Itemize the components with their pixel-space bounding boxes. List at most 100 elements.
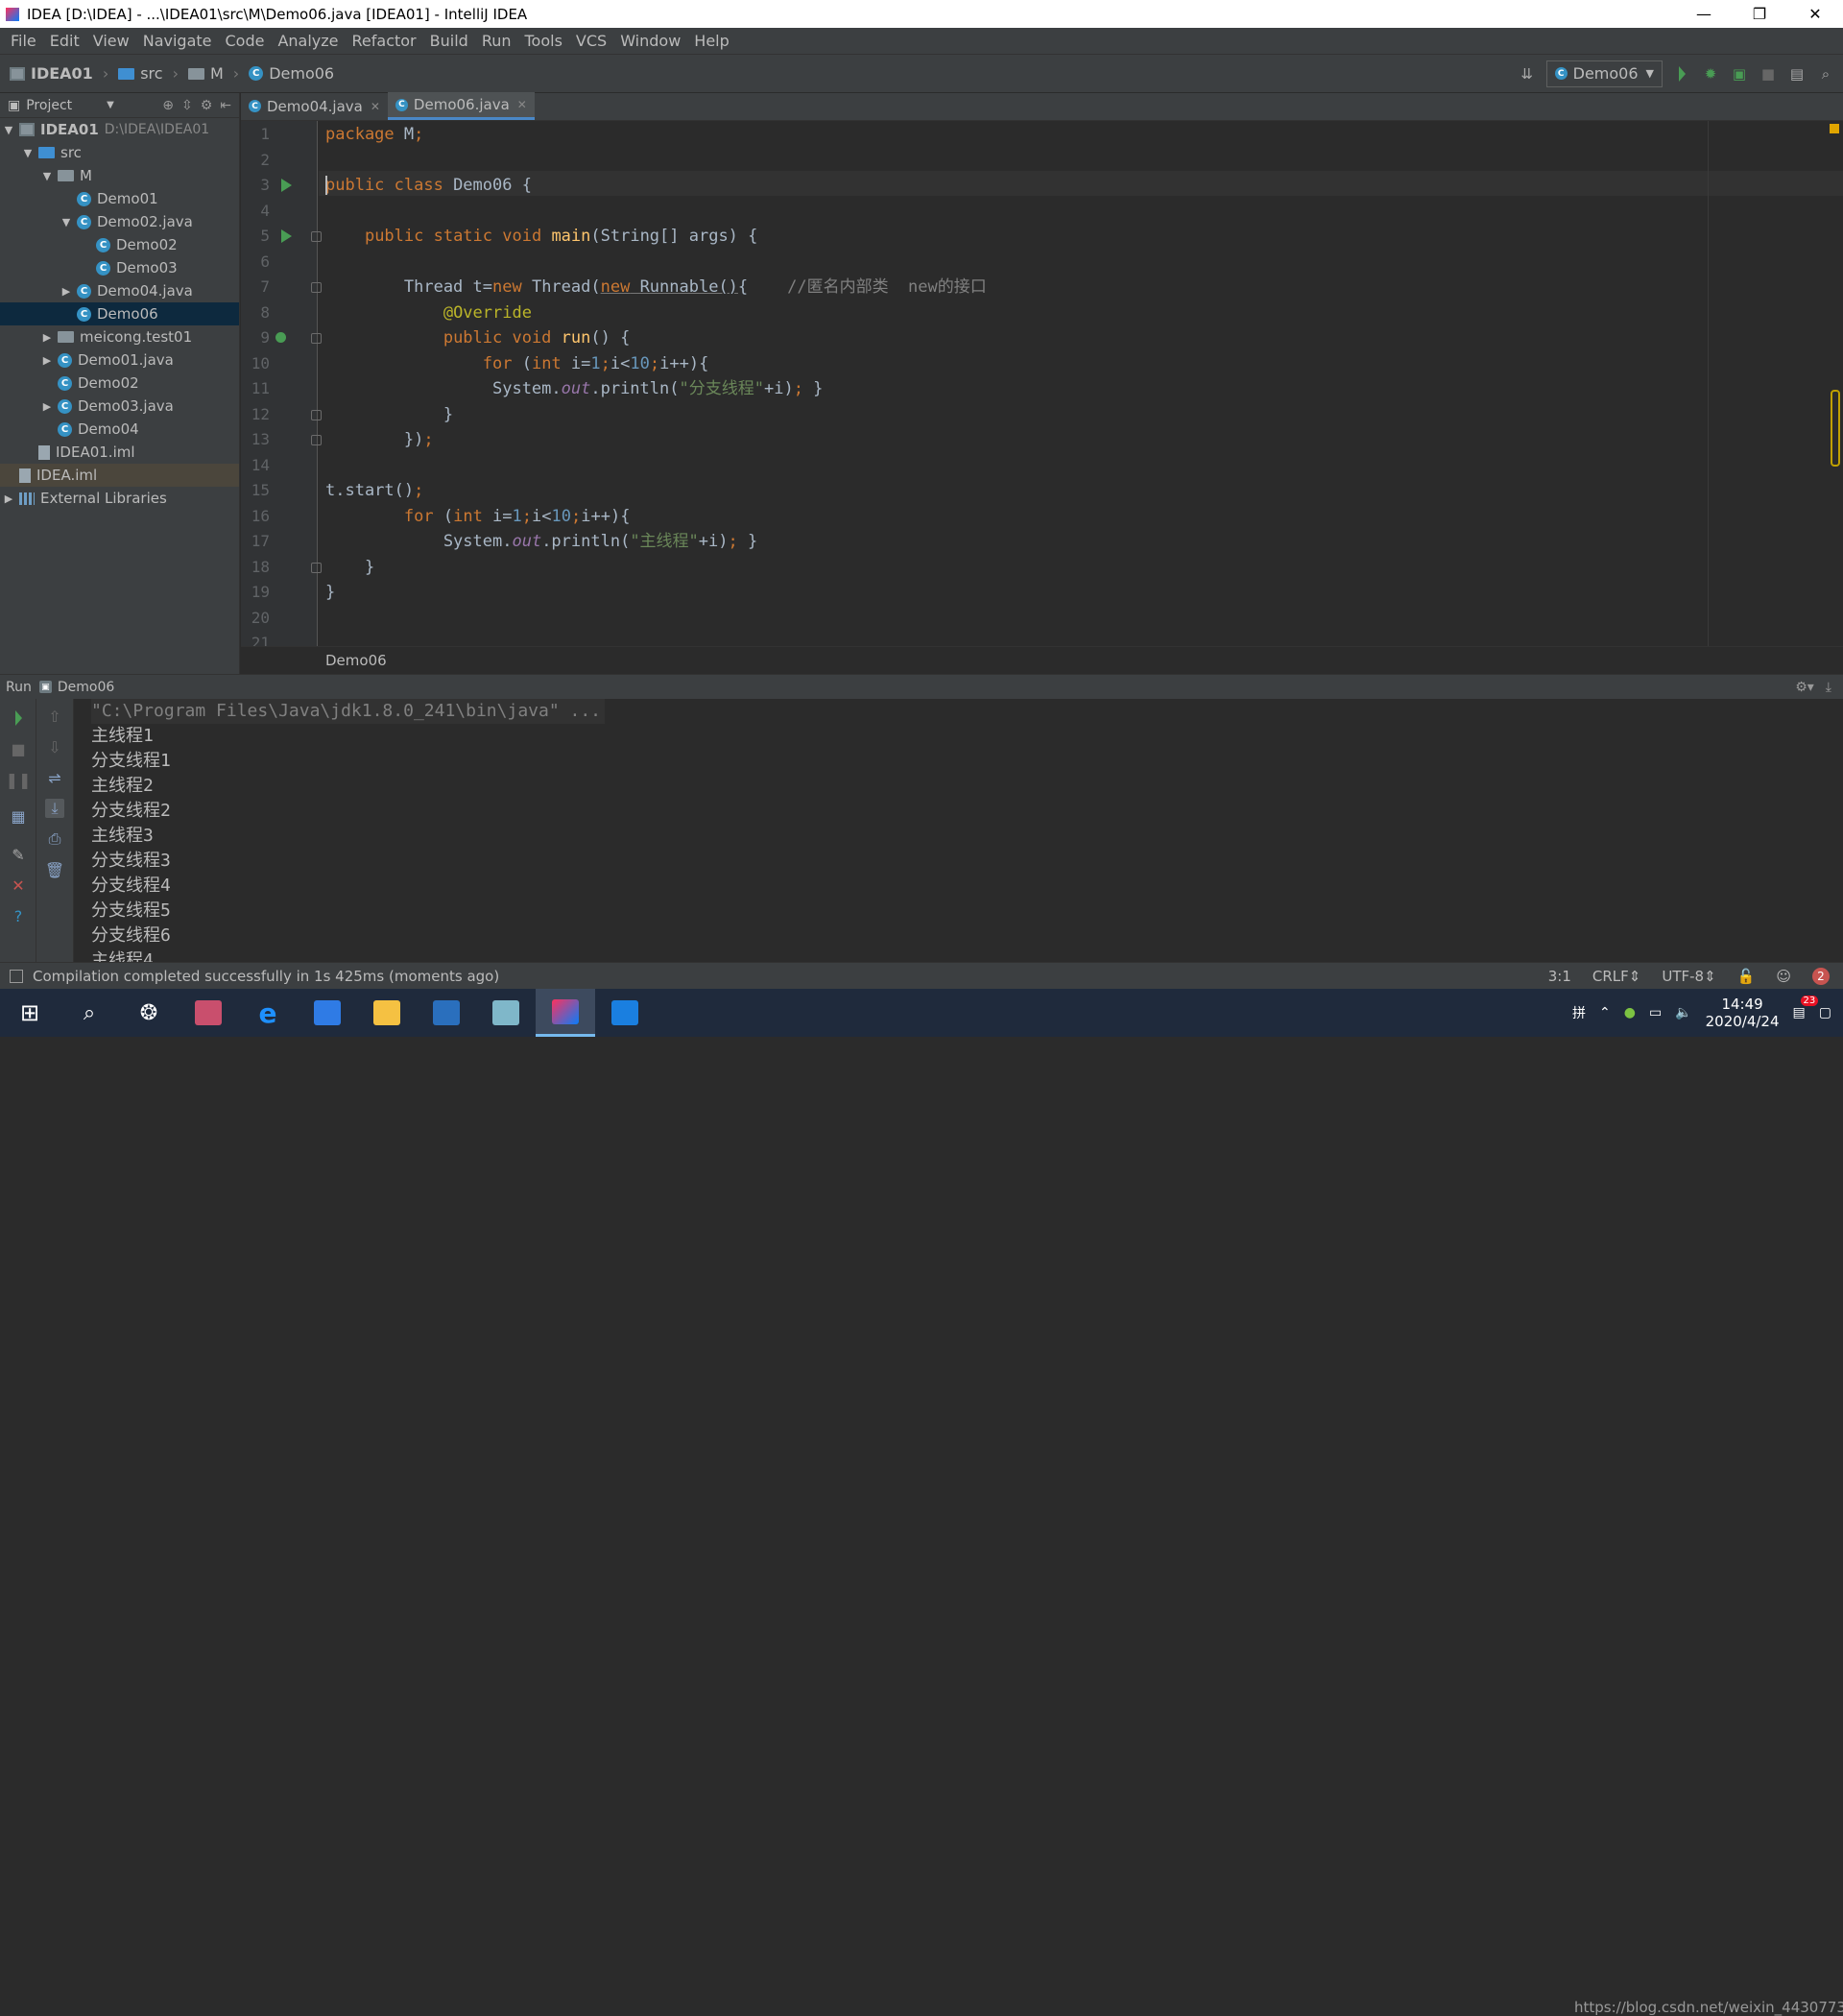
run-button[interactable] bbox=[1672, 64, 1691, 84]
tree-item[interactable]: ▶ External Libraries bbox=[0, 487, 239, 510]
tool-windows-toggle-icon[interactable] bbox=[10, 969, 23, 983]
close-tab-icon[interactable]: ✕ bbox=[517, 98, 527, 111]
tree-item[interactable]: ▶ meicong.test01 bbox=[0, 325, 239, 348]
menu-code[interactable]: Code bbox=[219, 32, 272, 50]
restore-layout-button[interactable]: ▦ bbox=[9, 806, 28, 826]
tree-item[interactable]: ▼ IDEA01 D:\IDEA\IDEA01 bbox=[0, 118, 239, 141]
collapse-arrow-icon[interactable]: ▶ bbox=[40, 354, 54, 367]
error-badge[interactable]: 2 bbox=[1812, 967, 1830, 985]
pin-tab-button[interactable]: ✎ bbox=[9, 845, 28, 864]
menu-analyze[interactable]: Analyze bbox=[271, 32, 345, 50]
menu-window[interactable]: Window bbox=[613, 32, 687, 50]
gear-icon[interactable]: ⚙ bbox=[201, 98, 213, 113]
project-panel-title[interactable]: Project bbox=[26, 98, 72, 113]
help-button[interactable]: ? bbox=[9, 906, 28, 925]
tab-demo06[interactable]: C Demo06.java ✕ bbox=[387, 92, 535, 120]
tree-item[interactable]: C Demo06 bbox=[0, 302, 239, 325]
print-icon[interactable]: ⎙ bbox=[45, 829, 64, 849]
tray-app-icon[interactable]: ● bbox=[1624, 1005, 1636, 1020]
taskbar-app-4[interactable] bbox=[595, 989, 655, 1037]
gear-icon[interactable]: ⚙▾ bbox=[1795, 680, 1814, 695]
soft-wrap-icon[interactable]: ⇌ bbox=[45, 768, 64, 787]
expand-arrow-icon[interactable]: ▼ bbox=[2, 124, 15, 136]
stop-button[interactable]: ■ bbox=[9, 739, 28, 758]
tree-item[interactable]: C Demo03 bbox=[0, 256, 239, 279]
search-everywhere-button[interactable]: ⌕ bbox=[1816, 64, 1835, 84]
tree-item[interactable]: ▶ C Demo04.java bbox=[0, 279, 239, 302]
tree-item[interactable]: C Demo02 bbox=[0, 372, 239, 395]
close-tab-icon[interactable]: ✕ bbox=[371, 100, 380, 113]
collapse-arrow-icon[interactable]: ▶ bbox=[40, 400, 54, 413]
code-editor[interactable]: 1 2 3 4 5 6 7 8 9 10 11 12 13 14 15 16 17 18 19 20 21 packag… bbox=[241, 121, 1843, 652]
collapse-all-icon[interactable]: ⇳ bbox=[181, 98, 193, 113]
hide-panel-icon[interactable]: ⇤ bbox=[220, 98, 231, 113]
fold-marker-icon[interactable] bbox=[311, 409, 322, 420]
taskbar-intellij[interactable] bbox=[536, 989, 595, 1037]
restore-button[interactable]: ❐ bbox=[1732, 0, 1787, 28]
inspector-icon[interactable]: ☺ bbox=[1776, 968, 1791, 985]
tree-item[interactable]: C Demo02 bbox=[0, 233, 239, 256]
debug-button[interactable]: ✹ bbox=[1701, 64, 1720, 84]
collapse-arrow-icon[interactable]: ▶ bbox=[40, 331, 54, 344]
project-structure-button[interactable]: ▤ bbox=[1787, 64, 1807, 84]
menu-build[interactable]: Build bbox=[423, 32, 475, 50]
lock-icon[interactable]: 🔓 bbox=[1737, 968, 1756, 985]
tree-item[interactable]: ▶ C Demo01.java bbox=[0, 348, 239, 372]
fold-marker-icon[interactable] bbox=[311, 435, 322, 445]
scroll-to-end-icon[interactable]: ⤓ bbox=[45, 799, 64, 818]
override-gutter-icon[interactable] bbox=[275, 332, 286, 343]
crumb-src[interactable]: src › bbox=[118, 64, 179, 83]
taskbar-baidu[interactable] bbox=[298, 989, 357, 1037]
breadcrumb-class[interactable]: Demo06 bbox=[325, 652, 387, 669]
editor-scrollbar[interactable] bbox=[1831, 390, 1840, 467]
chevron-up-icon[interactable]: ⌃ bbox=[1599, 1005, 1611, 1020]
notification-icon[interactable]: ▤ 23 bbox=[1793, 996, 1819, 1020]
taskbar-app-2[interactable] bbox=[417, 989, 476, 1037]
caret-position[interactable]: 3:1 bbox=[1548, 968, 1571, 985]
tree-item[interactable]: IDEA01.iml bbox=[0, 441, 239, 464]
tab-demo04[interactable]: C Demo04.java ✕ bbox=[241, 92, 388, 120]
status-message[interactable]: Compilation completed successfully in 1s… bbox=[33, 968, 499, 985]
line-separator-widget[interactable]: CRLF⇕ bbox=[1592, 968, 1640, 985]
run-console[interactable]: "C:\Program Files\Java\jdk1.8.0_241\bin\… bbox=[75, 699, 1828, 962]
run-gutter-icon[interactable] bbox=[281, 179, 292, 192]
run-config-tab[interactable]: Demo06 bbox=[58, 680, 114, 695]
chevron-down-icon[interactable]: ▼ bbox=[107, 100, 114, 110]
clear-all-icon[interactable]: 🗑 bbox=[45, 860, 64, 879]
tree-item[interactable]: C Demo04 bbox=[0, 418, 239, 441]
hide-icon[interactable]: ⤓ bbox=[1826, 680, 1831, 695]
collapse-arrow-icon[interactable]: ▶ bbox=[60, 285, 73, 298]
menu-run[interactable]: Run bbox=[475, 32, 518, 50]
build-project-icon[interactable]: ⇊ bbox=[1518, 64, 1537, 84]
fold-marker-icon[interactable] bbox=[311, 333, 322, 344]
expand-arrow-icon[interactable]: ▼ bbox=[60, 216, 73, 228]
fold-marker-icon[interactable] bbox=[311, 282, 322, 293]
encoding-widget[interactable]: UTF-8⇕ bbox=[1662, 968, 1715, 985]
arrow-up-icon[interactable]: ⇧ bbox=[45, 707, 64, 726]
tree-item[interactable]: ▶ C Demo03.java bbox=[0, 395, 239, 418]
menu-help[interactable]: Help bbox=[687, 32, 735, 50]
menu-navigate[interactable]: Navigate bbox=[136, 32, 219, 50]
volume-icon[interactable]: 🔈 bbox=[1675, 1005, 1691, 1020]
tree-item[interactable]: IDEA.iml bbox=[0, 464, 239, 487]
fold-marker-icon[interactable] bbox=[311, 562, 322, 573]
locate-icon[interactable]: ⊕ bbox=[162, 98, 174, 113]
clock[interactable]: 14:49 2020/4/24 bbox=[1706, 996, 1780, 1030]
tree-item[interactable]: ▼ src bbox=[0, 141, 239, 164]
run-gutter-icon[interactable] bbox=[281, 229, 292, 243]
menu-refactor[interactable]: Refactor bbox=[346, 32, 423, 50]
taskbar-app-3[interactable] bbox=[476, 989, 536, 1037]
stop-button[interactable]: ■ bbox=[1759, 64, 1778, 84]
menu-file[interactable]: File bbox=[4, 32, 43, 50]
crumb-project[interactable]: IDEA01 › bbox=[10, 64, 108, 83]
coverage-button[interactable]: ▣ bbox=[1730, 64, 1749, 84]
start-button[interactable]: ⊞ bbox=[0, 989, 60, 1037]
menu-view[interactable]: View bbox=[86, 32, 136, 50]
tree-item[interactable]: ▼ M bbox=[0, 164, 239, 187]
expand-arrow-icon[interactable]: ▼ bbox=[21, 147, 35, 159]
crumb-package[interactable]: M › bbox=[187, 64, 239, 83]
taskbar-edge[interactable]: e bbox=[238, 989, 298, 1037]
menu-tools[interactable]: Tools bbox=[518, 32, 569, 50]
close-run-button[interactable]: ✕ bbox=[9, 876, 28, 895]
inspection-status-icon[interactable] bbox=[1830, 124, 1839, 133]
